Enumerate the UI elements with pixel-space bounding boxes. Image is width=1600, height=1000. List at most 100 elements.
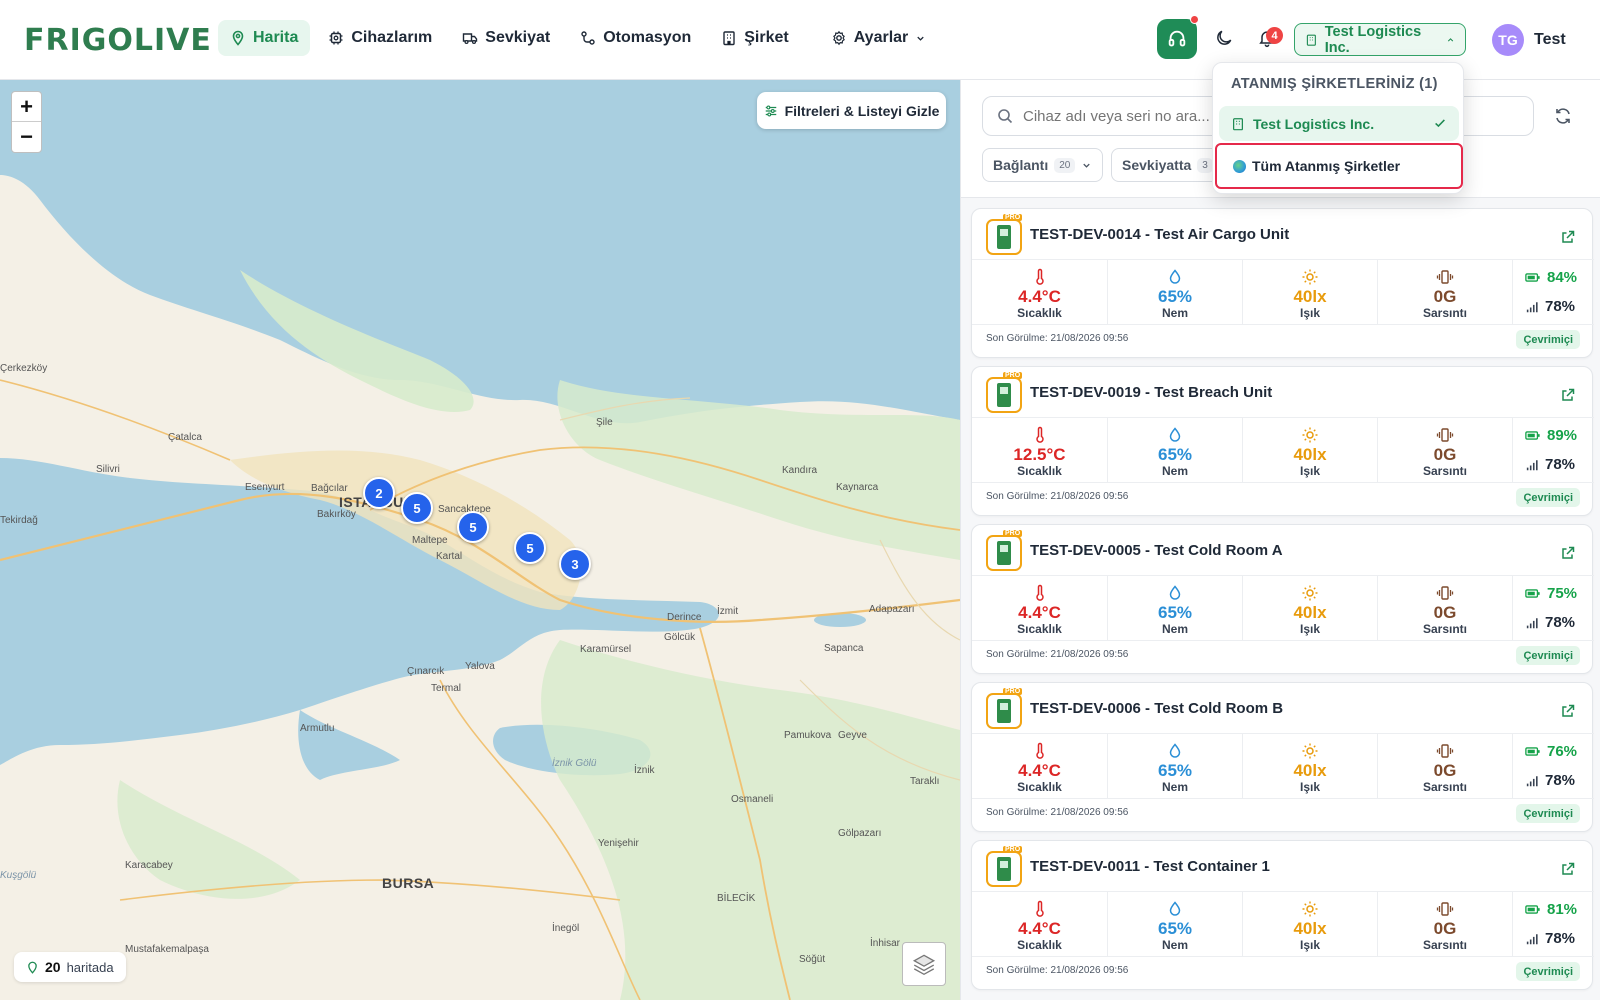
map-label: İznik (634, 765, 655, 776)
map-cluster-marker[interactable]: 5 (514, 532, 546, 564)
company-option-label: Test Logistics Inc. (1253, 115, 1375, 132)
zoom-out-button[interactable]: − (12, 122, 41, 152)
nav-otomasyon[interactable]: Otomasyon (568, 20, 703, 56)
metric-value: 65% (1157, 603, 1193, 622)
signal-value: 78% (1545, 298, 1576, 315)
avatar[interactable]: TG (1492, 24, 1524, 56)
nav-sevkiyat-label: Sevkiyat (485, 29, 551, 46)
status-badge: Çevrimiçi (1516, 646, 1580, 665)
company-dropdown: ATANMIŞ ŞİRKETLERİNİZ (1) Test Logistics… (1212, 62, 1464, 194)
external-link-icon[interactable] (1560, 703, 1576, 719)
sun-icon (1302, 901, 1318, 917)
map-label: Armutlu (300, 723, 335, 734)
chip-icon (329, 31, 343, 45)
device-card[interactable]: PRO TEST-DEV-0011 - Test Container 1 4.4… (971, 840, 1594, 990)
metric-label: Nem (1161, 622, 1188, 636)
toggle-filters-label: Filtreleri & Listeyi Gizle (784, 102, 940, 119)
chevron-down-icon (917, 36, 924, 41)
metric-shock: 0G Sarsıntı (1378, 418, 1513, 482)
company-option-selected[interactable]: Test Logistics Inc. (1219, 106, 1459, 141)
external-link-icon[interactable] (1560, 387, 1576, 403)
all-companies-label: Tüm Atanmış Şirketler (1252, 158, 1401, 174)
filter-chip-sevkiyatta[interactable]: Sevkiyatta 3 (1111, 148, 1224, 182)
pro-badge: PRO (1003, 846, 1023, 853)
device-icon (986, 377, 1022, 413)
zoom-in-button[interactable]: + (12, 92, 41, 122)
device-card[interactable]: PRO TEST-DEV-0006 - Test Cold Room B 4.4… (971, 682, 1594, 832)
map-cluster-marker[interactable]: 5 (401, 492, 433, 524)
vibration-icon (1436, 270, 1454, 284)
nav-harita[interactable]: Harita (218, 20, 311, 56)
filter-chip-label: Bağlantı (993, 157, 1049, 173)
battery-row: 75% (1525, 585, 1594, 602)
map-label: Mustafakemalpaşa (125, 944, 209, 955)
filter-chip-baglanti[interactable]: Bağlantı 20 (982, 148, 1104, 182)
device-card[interactable]: PRO TEST-DEV-0005 - Test Cold Room A 4.4… (971, 524, 1594, 674)
dropdown-heading: ATANMIŞ ŞİRKETLERİNİZ (1) (1231, 76, 1438, 92)
metric-value: 4.4°C (1018, 287, 1061, 306)
layers-button[interactable] (902, 942, 946, 986)
nav-ayarlar-label: Ayarlar (853, 29, 909, 46)
device-card[interactable]: PRO TEST-DEV-0019 - Test Breach Unit 12.… (971, 366, 1594, 516)
filter-chip-label: Sevkiyatta (1122, 157, 1192, 173)
map-label: Yenişehir (598, 838, 639, 849)
device-list-panel: Bağlantı 20 Sevkiyatta 3 PRO TEST-DEV-00… (960, 80, 1600, 1000)
map-label: Termal (431, 683, 462, 694)
user-name[interactable]: Test (1534, 31, 1566, 49)
external-link-icon[interactable] (1560, 861, 1576, 877)
metric-battery-signal: 89% 78% (1513, 418, 1594, 482)
refresh-icon[interactable] (1553, 106, 1573, 126)
metric-label: Nem (1161, 938, 1188, 952)
map-cluster-marker[interactable]: 2 (363, 477, 395, 509)
map-device-count: 20 haritada (14, 952, 126, 982)
metric-temperature: 4.4°C Sıcaklık (972, 734, 1108, 798)
map-cluster-marker[interactable]: 5 (457, 511, 489, 543)
metric-light: 40lx Işık (1243, 576, 1378, 640)
metric-value: 40lx (1293, 919, 1327, 938)
nav-cihazlarim[interactable]: Cihazlarım (316, 20, 444, 56)
signal-icon (1526, 775, 1538, 786)
map-label: Geyve (838, 730, 867, 741)
nav-ayarlar[interactable]: Ayarlar (819, 20, 939, 56)
map-label: BİLECİK (717, 893, 756, 904)
metric-value: 65% (1157, 445, 1193, 464)
map-label: Esenyurt (245, 482, 285, 493)
nav-sevkiyat[interactable]: Sevkiyat (450, 20, 562, 56)
external-link-icon[interactable] (1560, 545, 1576, 561)
map-view[interactable]: + − Filtreleri & Listeyi Gizle Çerkezköy… (0, 80, 960, 1000)
signal-value: 78% (1545, 772, 1576, 789)
metric-label: Sarsıntı (1422, 622, 1467, 636)
signal-row: 78% (1525, 930, 1594, 947)
last-seen: Son Görülme: 21/08/2026 09:56 (986, 965, 1129, 976)
metric-label: Işık (1299, 938, 1320, 952)
last-seen: Son Görülme: 21/08/2026 09:56 (986, 807, 1129, 818)
metric-label: Sarsıntı (1422, 938, 1467, 952)
metric-value: 4.4°C (1018, 603, 1061, 622)
metric-shock: 0G Sarsıntı (1378, 734, 1513, 798)
chevron-down-icon (1083, 163, 1091, 168)
frigolive-logo[interactable]: FRIGOLIVE (24, 22, 212, 58)
metric-label: Sıcaklık (1017, 622, 1062, 636)
status-badge: Çevrimiçi (1516, 488, 1580, 507)
nav-sirket[interactable]: Şirket (709, 20, 800, 56)
support-button[interactable] (1157, 19, 1197, 59)
company-selector[interactable]: Test Logistics Inc. (1294, 23, 1466, 56)
device-card[interactable]: PRO TEST-DEV-0014 - Test Air Cargo Unit … (971, 208, 1594, 358)
thermometer-icon (1035, 900, 1044, 917)
map-cluster-marker[interactable]: 3 (559, 548, 591, 580)
signal-row: 78% (1525, 772, 1594, 789)
vibration-icon (1436, 586, 1454, 600)
pro-badge: PRO (1003, 214, 1023, 221)
map-label: Kaynarca (836, 482, 879, 493)
map-label: Adapazarı (869, 604, 915, 615)
droplet-icon (1169, 427, 1181, 442)
map-label: Maltepe (412, 535, 448, 546)
droplet-icon (1169, 743, 1181, 758)
gear-icon (832, 30, 845, 46)
theme-toggle[interactable] (1214, 28, 1238, 52)
external-link-icon[interactable] (1560, 229, 1576, 245)
map-count-value: 20 (45, 959, 61, 975)
all-companies-option[interactable]: Tüm Atanmış Şirketler (1215, 143, 1463, 189)
building-icon (723, 31, 735, 46)
toggle-filters-button[interactable]: Filtreleri & Listeyi Gizle (757, 92, 946, 129)
